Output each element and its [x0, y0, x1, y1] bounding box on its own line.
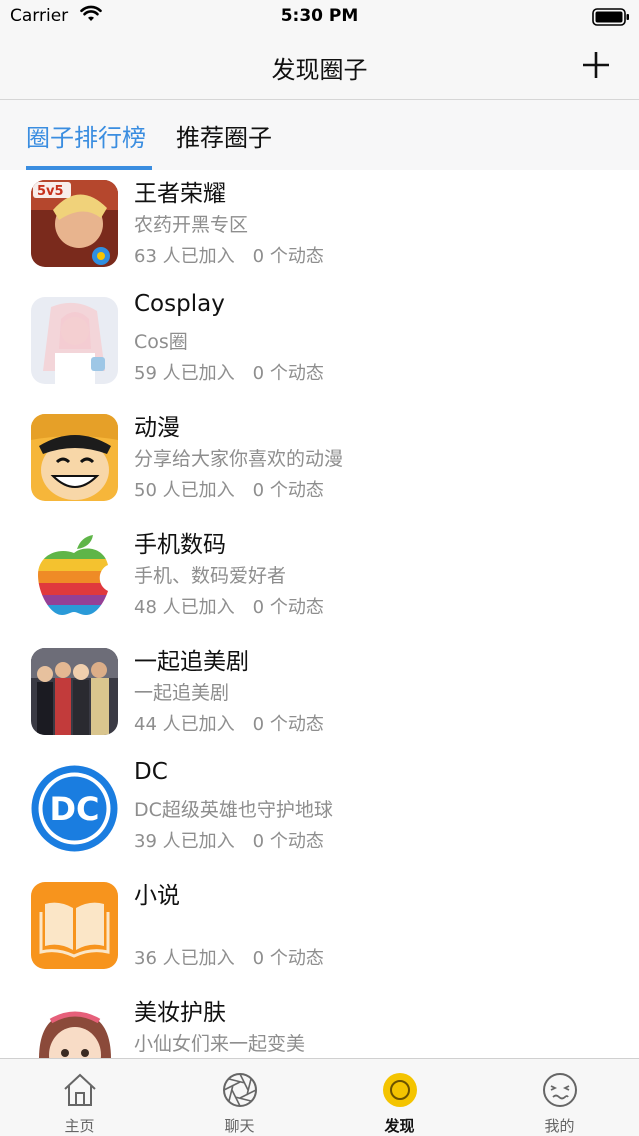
svg-text:5v5: 5v5: [37, 184, 64, 199]
member-count: 50 人已加入: [134, 480, 235, 501]
circle-item[interactable]: 手机数码 手机、数码爱好者 48 人已加入 0 个动态: [0, 521, 639, 638]
circle-stats: 39 人已加入 0 个动态: [134, 827, 328, 853]
circle-tabs: 圈子排行榜 推荐圈子: [0, 100, 639, 170]
circle-description: 小仙女们来一起变美: [134, 1033, 306, 1055]
circle-name: 王者荣耀: [134, 181, 226, 207]
plus-icon[interactable]: [581, 50, 611, 80]
circle-name: 动漫: [134, 415, 180, 441]
circle-description: 分享给大家你喜欢的动漫: [134, 448, 344, 470]
circle-name: 美妆护肤: [134, 1000, 226, 1026]
clock: 5:30 PM: [280, 6, 359, 26]
member-count: 48 人已加入: [134, 597, 235, 618]
circle-list: 5v5 王者荣耀 农药开黑专区 63 人已加入 0 个动态 Cosplay Cos…: [0, 170, 639, 1058]
circle-stats: 59 人已加入 0 个动态: [134, 359, 328, 385]
circle-item[interactable]: 小说 36 人已加入 0 个动态: [0, 872, 639, 989]
circle-item[interactable]: Cosplay Cos圈 59 人已加入 0 个动态: [0, 287, 639, 404]
circle-name: 一起追美剧: [134, 649, 249, 675]
post-count: 0 个动态: [252, 480, 324, 501]
circle-description: 农药开黑专区: [134, 214, 249, 236]
aperture-icon: [223, 1073, 257, 1107]
circle-item[interactable]: 5v5 王者荣耀 农药开黑专区 63 人已加入 0 个动态: [0, 170, 639, 287]
circle-name: Cosplay: [134, 291, 225, 317]
member-count: 63 人已加入: [134, 246, 235, 267]
cosplay-avatar: [31, 297, 118, 384]
tv-cast-avatar: [31, 648, 118, 735]
tabbar-item-home[interactable]: 主页: [0, 1059, 159, 1136]
member-count: 44 人已加入: [134, 714, 235, 735]
circle-name: 小说: [134, 883, 180, 909]
open-book-avatar: [31, 882, 118, 969]
circle-stats: 50 人已加入 0 个动态: [134, 476, 328, 502]
discover-circle-icon: [383, 1073, 417, 1107]
tabbar-item-discover[interactable]: 发现: [320, 1059, 479, 1136]
bottom-tab-bar: 主页 聊天 发现 我的: [0, 1058, 639, 1136]
tab-ranking[interactable]: 圈子排行榜: [26, 118, 146, 153]
game-hero-avatar: 5v5: [31, 180, 118, 267]
circle-description: DC超级英雄也守护地球: [134, 799, 333, 821]
tab-recommended[interactable]: 推荐圈子: [176, 118, 272, 153]
circle-name: DC: [134, 759, 168, 785]
circle-name: 手机数码: [134, 532, 226, 558]
dc-logo-avatar: DC: [31, 765, 118, 852]
home-icon: [64, 1073, 96, 1106]
tabbar-label: 主页: [64, 1117, 95, 1135]
circle-stats: 48 人已加入 0 个动态: [134, 593, 328, 619]
post-count: 0 个动态: [252, 597, 324, 618]
svg-text:DC: DC: [49, 790, 99, 828]
member-count: 39 人已加入: [134, 831, 235, 852]
tabbar-item-chat[interactable]: 聊天: [160, 1059, 319, 1136]
post-count: 0 个动态: [252, 948, 324, 969]
circle-stats: 44 人已加入 0 个动态: [134, 710, 328, 736]
circle-stats: 36 人已加入 0 个动态: [134, 944, 328, 970]
anime-face-avatar: [31, 414, 118, 501]
battery-icon: [592, 8, 629, 26]
page-title: 发现圈子: [271, 56, 368, 84]
circle-item[interactable]: 动漫 分享给大家你喜欢的动漫 50 人已加入 0 个动态: [0, 404, 639, 521]
rainbow-apple-avatar: [31, 531, 118, 618]
post-count: 0 个动态: [252, 363, 324, 384]
circle-item[interactable]: DC DC DC超级英雄也守护地球 39 人已加入 0 个动态: [0, 755, 639, 872]
tabbar-label: 发现: [384, 1117, 415, 1135]
circle-description: 手机、数码爱好者: [134, 565, 287, 587]
status-bar: Carrier 5:30 PM: [0, 0, 639, 36]
face-icon: [543, 1073, 577, 1107]
circle-stats: 63 人已加入 0 个动态: [134, 242, 328, 268]
tabbar-label: 聊天: [224, 1117, 255, 1135]
post-count: 0 个动态: [252, 714, 324, 735]
post-count: 0 个动态: [252, 246, 324, 267]
circle-item[interactable]: 美妆护肤 小仙女们来一起变美: [0, 989, 639, 1058]
tabbar-label: 我的: [544, 1117, 575, 1135]
circle-description: 一起追美剧: [134, 682, 230, 704]
member-count: 36 人已加入: [134, 948, 235, 969]
post-count: 0 个动态: [252, 831, 324, 852]
member-count: 59 人已加入: [134, 363, 235, 384]
tabbar-item-profile[interactable]: 我的: [480, 1059, 639, 1136]
cartoon-girl-avatar: [31, 999, 118, 1058]
circle-item[interactable]: 一起追美剧 一起追美剧 44 人已加入 0 个动态: [0, 638, 639, 755]
circle-description: Cos圈: [134, 331, 188, 353]
nav-bar: 发现圈子: [0, 36, 639, 100]
